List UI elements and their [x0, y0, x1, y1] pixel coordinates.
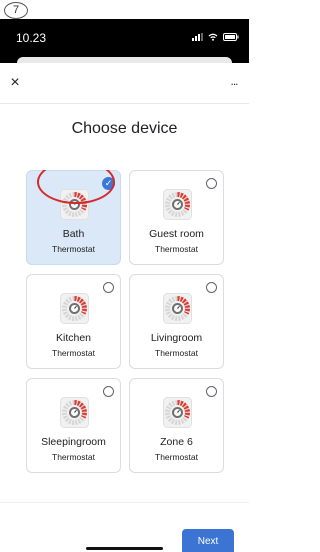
thermostat-icon — [163, 189, 192, 220]
status-time: 10.23 — [16, 31, 47, 45]
device-type: Thermostat — [155, 348, 198, 358]
home-indicator — [86, 547, 163, 550]
device-type: Thermostat — [155, 452, 198, 462]
device-name: Bath — [62, 228, 85, 240]
device-name: Guest room — [149, 228, 204, 240]
radio-button[interactable] — [206, 178, 217, 189]
radio-button[interactable] — [206, 386, 217, 397]
top-bar: × ... — [0, 63, 249, 104]
wifi-icon — [208, 33, 218, 41]
device-card[interactable]: Sleepingroom Thermostat — [26, 378, 121, 473]
radio-button[interactable] — [103, 282, 114, 293]
thermostat-icon — [60, 293, 89, 324]
thermostat-icon — [163, 397, 192, 428]
thermostat-icon — [60, 397, 89, 428]
device-picker-sheet: × ... Choose device ✓ Bath Thermostat Guest… — [0, 63, 249, 552]
device-card[interactable]: ✓ Bath Thermostat — [26, 170, 121, 265]
next-button[interactable]: Next — [182, 529, 234, 552]
highlight-annotation — [37, 170, 115, 204]
device-type: Thermostat — [155, 244, 198, 254]
radio-button[interactable] — [103, 386, 114, 397]
bottom-divider — [0, 502, 249, 503]
device-card[interactable]: Livingroom Thermostat — [129, 274, 224, 369]
battery-icon — [223, 33, 239, 41]
device-card[interactable]: Guest room Thermostat — [129, 170, 224, 265]
radio-button[interactable] — [206, 282, 217, 293]
status-bar: 10.23 — [0, 19, 249, 67]
close-icon[interactable]: × — [6, 74, 24, 92]
device-name: Sleepingroom — [41, 436, 106, 448]
cellular-signal-icon — [192, 33, 203, 41]
device-name: Kitchen — [55, 332, 92, 344]
phone-screen: 10.23 × ... Choose device ✓ Bath Thermosta… — [0, 19, 249, 552]
device-card[interactable]: Kitchen Thermostat — [26, 274, 121, 369]
device-type: Thermostat — [52, 348, 95, 358]
device-grid: ✓ Bath Thermostat Guest room Thermostat Kitch… — [26, 170, 224, 480]
more-options-icon[interactable]: ... — [225, 74, 243, 92]
device-name: Livingroom — [150, 332, 203, 344]
device-name: Zone 6 — [160, 436, 193, 448]
page-title: Choose device — [71, 120, 178, 137]
device-card[interactable]: Zone 6 Thermostat — [129, 378, 224, 473]
step-number-badge: 7 — [4, 2, 28, 19]
status-icons — [192, 32, 239, 42]
thermostat-icon — [163, 293, 192, 324]
device-type: Thermostat — [52, 244, 95, 254]
device-type: Thermostat — [52, 452, 95, 462]
